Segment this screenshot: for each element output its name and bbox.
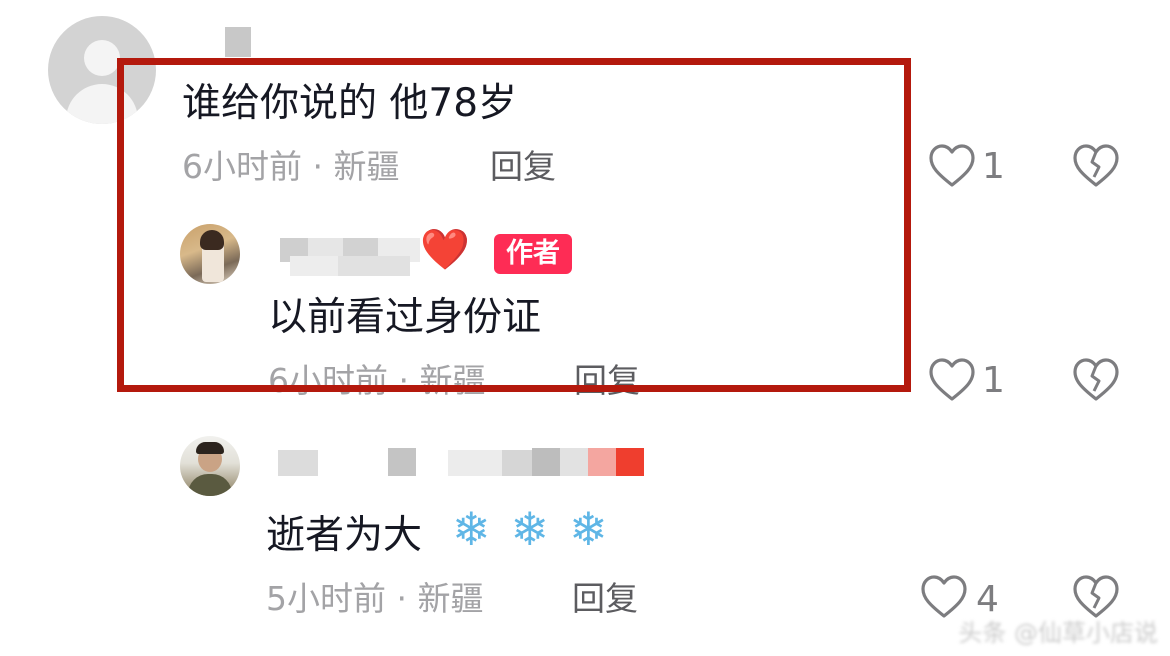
like-button[interactable] [928,357,976,407]
snowflake-emoji: ❄ [510,502,550,556]
watermark: 头条 @仙草小店说 [958,619,1158,647]
heart-outline-icon [929,144,975,187]
username-blurred[interactable] [225,27,251,57]
snowflake-emoji: ❄ [452,502,491,556]
like-count: 1 [982,360,1005,401]
comment-time-location: 5小时前 · 新疆 [266,579,484,618]
broken-heart-icon [1073,144,1119,187]
comment-text: 逝者为大 [266,513,423,558]
username-blurred[interactable] [268,448,648,478]
like-button[interactable] [928,143,976,193]
dislike-button[interactable] [1072,357,1120,407]
heart-outline-icon [929,358,975,401]
highlight-box [117,58,911,392]
emoji-group: ❄ ❄ ❄ [452,506,608,552]
broken-heart-icon [1073,358,1119,401]
reply-button[interactable]: 回复 [572,582,638,615]
like-count: 1 [982,146,1005,187]
snowflake-emoji: ❄ [569,502,608,556]
avatar[interactable] [180,436,240,496]
dislike-button[interactable] [1072,143,1120,193]
